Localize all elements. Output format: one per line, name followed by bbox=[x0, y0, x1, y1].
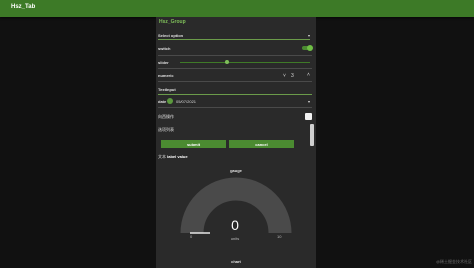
cancel-button[interactable]: cancel bbox=[229, 140, 294, 148]
watermark: @稀土掘金技术社区 bbox=[436, 259, 473, 264]
app-header: Hsz_Tab bbox=[0, 0, 474, 17]
tab-title: Hsz_Tab bbox=[11, 4, 36, 10]
gauge-value: 0 bbox=[231, 217, 239, 233]
numeric-label: numeric bbox=[158, 73, 174, 78]
gauge-units: units bbox=[230, 236, 240, 241]
select-dropdown-label[interactable]: Select option bbox=[158, 33, 183, 38]
chevron-down-icon[interactable]: ▾ bbox=[308, 33, 310, 38]
gauge-min: 0 bbox=[190, 234, 193, 239]
list-scrollbar[interactable] bbox=[310, 124, 314, 146]
divider bbox=[158, 68, 312, 69]
select-underline bbox=[158, 39, 310, 40]
group-title: Hsz_Group bbox=[159, 19, 186, 25]
switch-knob[interactable] bbox=[307, 45, 313, 51]
switch-label: switch bbox=[158, 46, 171, 51]
gauge-max: 10 bbox=[277, 234, 282, 239]
decrement-button[interactable]: ˅ bbox=[283, 73, 286, 79]
text-input-underline[interactable] bbox=[158, 94, 312, 95]
submit-button[interactable]: submit bbox=[161, 140, 226, 148]
text-output-label: 文本 bbox=[158, 154, 166, 159]
calendar-icon[interactable] bbox=[167, 98, 173, 104]
chart-title: chart bbox=[231, 259, 241, 264]
list-label: 选项列表 bbox=[158, 127, 174, 132]
date-label: date bbox=[158, 99, 167, 104]
numeric-value[interactable]: 3 bbox=[291, 73, 294, 79]
checkbox-label: 向西操作 bbox=[158, 114, 174, 119]
divider bbox=[158, 55, 312, 56]
slider-handle[interactable] bbox=[224, 60, 229, 64]
date-value[interactable]: 05/07/2021 bbox=[176, 99, 196, 104]
slider-label: slider bbox=[158, 60, 169, 65]
increment-button[interactable]: ˄ bbox=[307, 72, 310, 78]
chevron-down-icon[interactable]: ▾ bbox=[308, 99, 310, 104]
divider bbox=[158, 81, 312, 82]
text-input-label[interactable]: TextInput bbox=[158, 87, 176, 92]
checkbox[interactable] bbox=[305, 113, 312, 120]
text-output-value: label value bbox=[167, 154, 188, 159]
slider-track[interactable] bbox=[180, 62, 310, 63]
divider bbox=[158, 107, 312, 108]
